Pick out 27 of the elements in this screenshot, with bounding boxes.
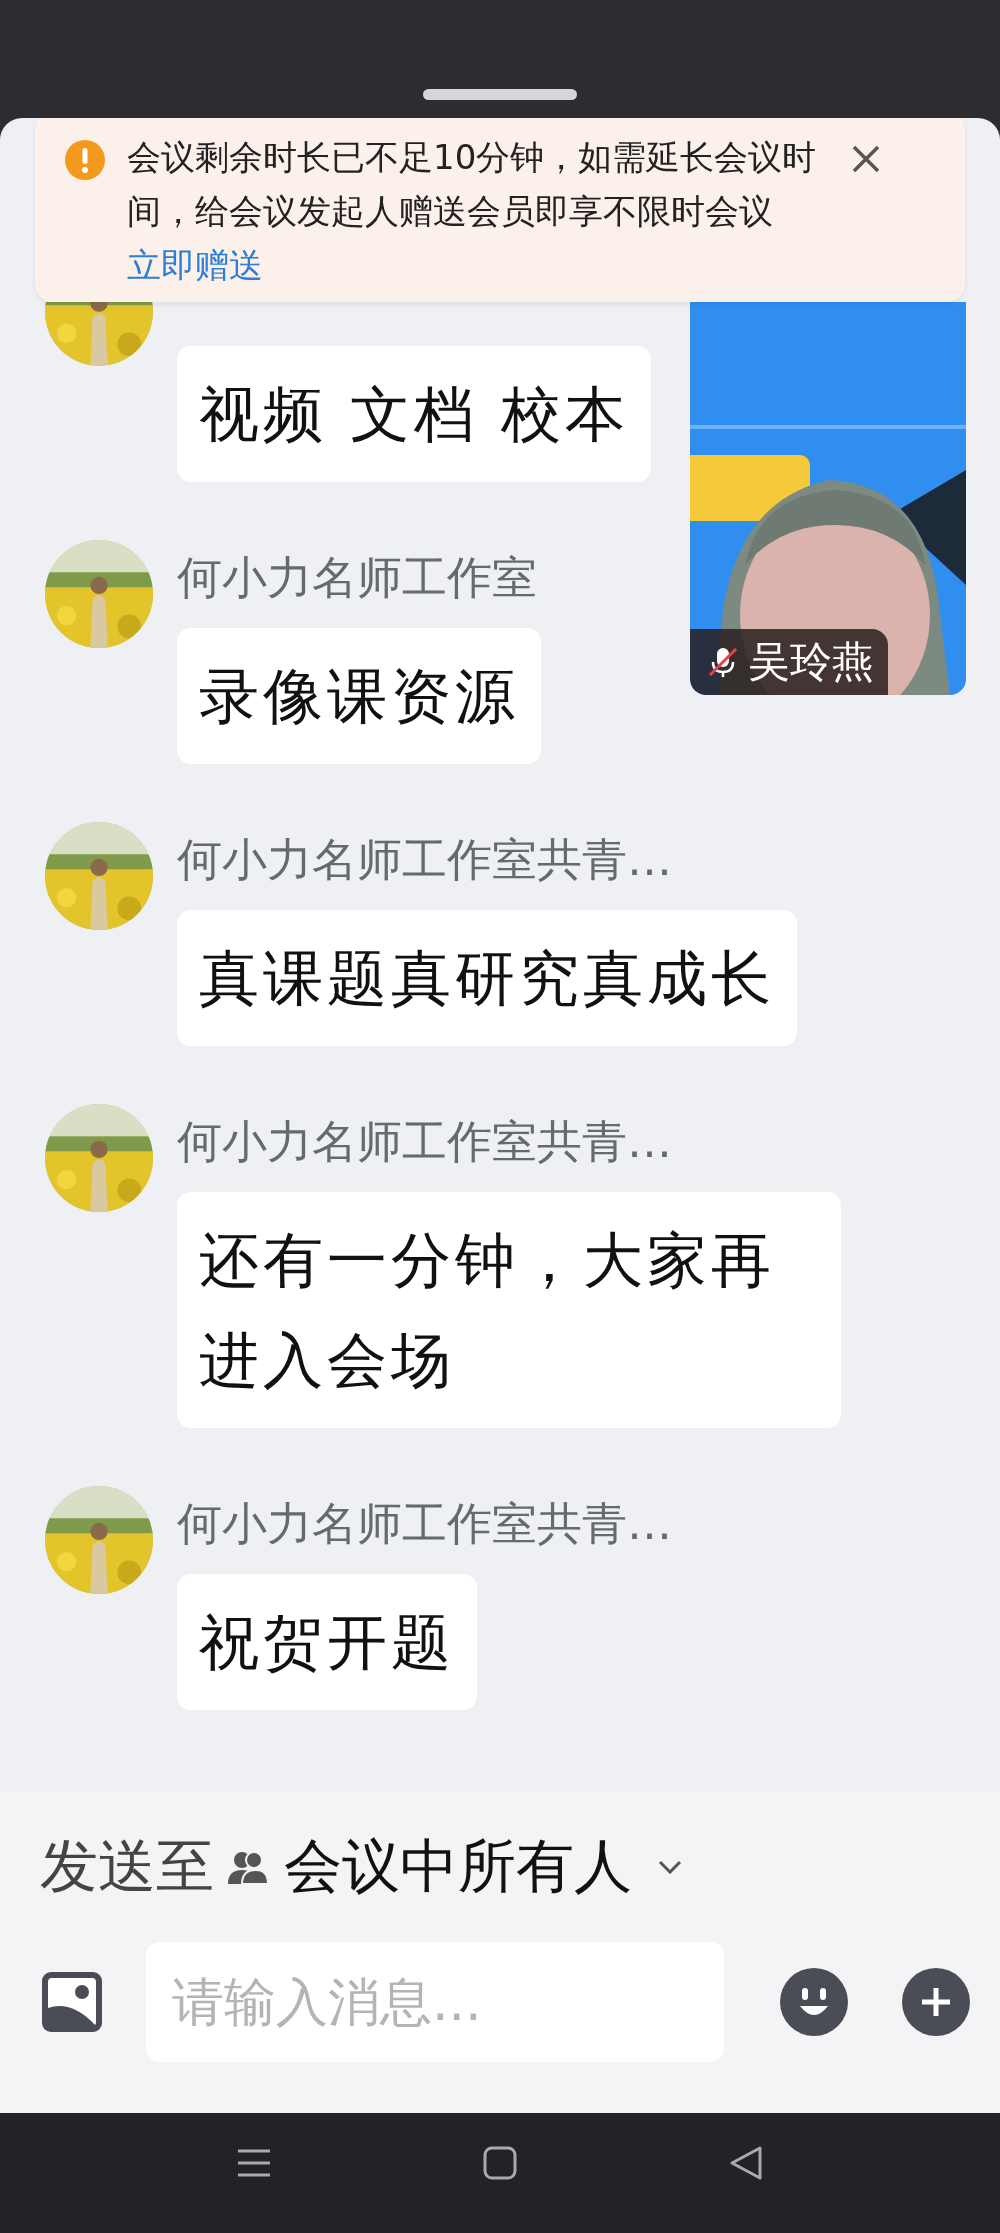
plus-icon[interactable] [902,1968,970,2036]
image-icon[interactable] [40,1970,104,2034]
notice-message: 会议剩余时长已不足10分钟，如需延长会议时间，给会议发起人赠送会员即享不限时会议 立即赠送 [127,136,817,287]
message-bubble: 录像课资源 [177,628,541,764]
message-bubble: 真课题真研究真成长 [177,910,797,1046]
recipient-dropdown[interactable]: 会议中所有人 [228,1828,682,1906]
chevron-down-icon [658,1860,682,1874]
menu-icon[interactable] [236,2148,272,2178]
back-icon[interactable] [728,2145,764,2181]
participant-name: 吴玲燕 [748,636,874,688]
sender-name: 何小力名师工作室 [177,550,537,606]
close-icon[interactable] [851,144,881,174]
gift-link[interactable]: 立即赠送 [127,245,263,285]
message-bubble: 祝贺开题 [177,1574,477,1710]
people-icon [228,1850,268,1884]
sender-name: 何小力名师工作室共青… [177,1114,672,1170]
message-bubble: 还有一分钟，大家再进入会场 [177,1192,841,1428]
sender-name: 何小力名师工作室共青… [177,832,672,888]
message-bubble: 视频 文档 校本 [177,346,652,482]
send-to-label: 发送至 [40,1831,214,1902]
home-icon[interactable] [482,2145,518,2181]
drag-handle[interactable] [423,89,577,100]
video-tile[interactable]: 吴玲燕 [690,302,966,695]
sender-name: 何小力名师工作室共青… [177,1496,672,1552]
emoji-icon[interactable] [780,1968,848,2036]
message-input[interactable]: 请输入消息... [146,1942,724,2062]
warning-icon [65,140,105,180]
